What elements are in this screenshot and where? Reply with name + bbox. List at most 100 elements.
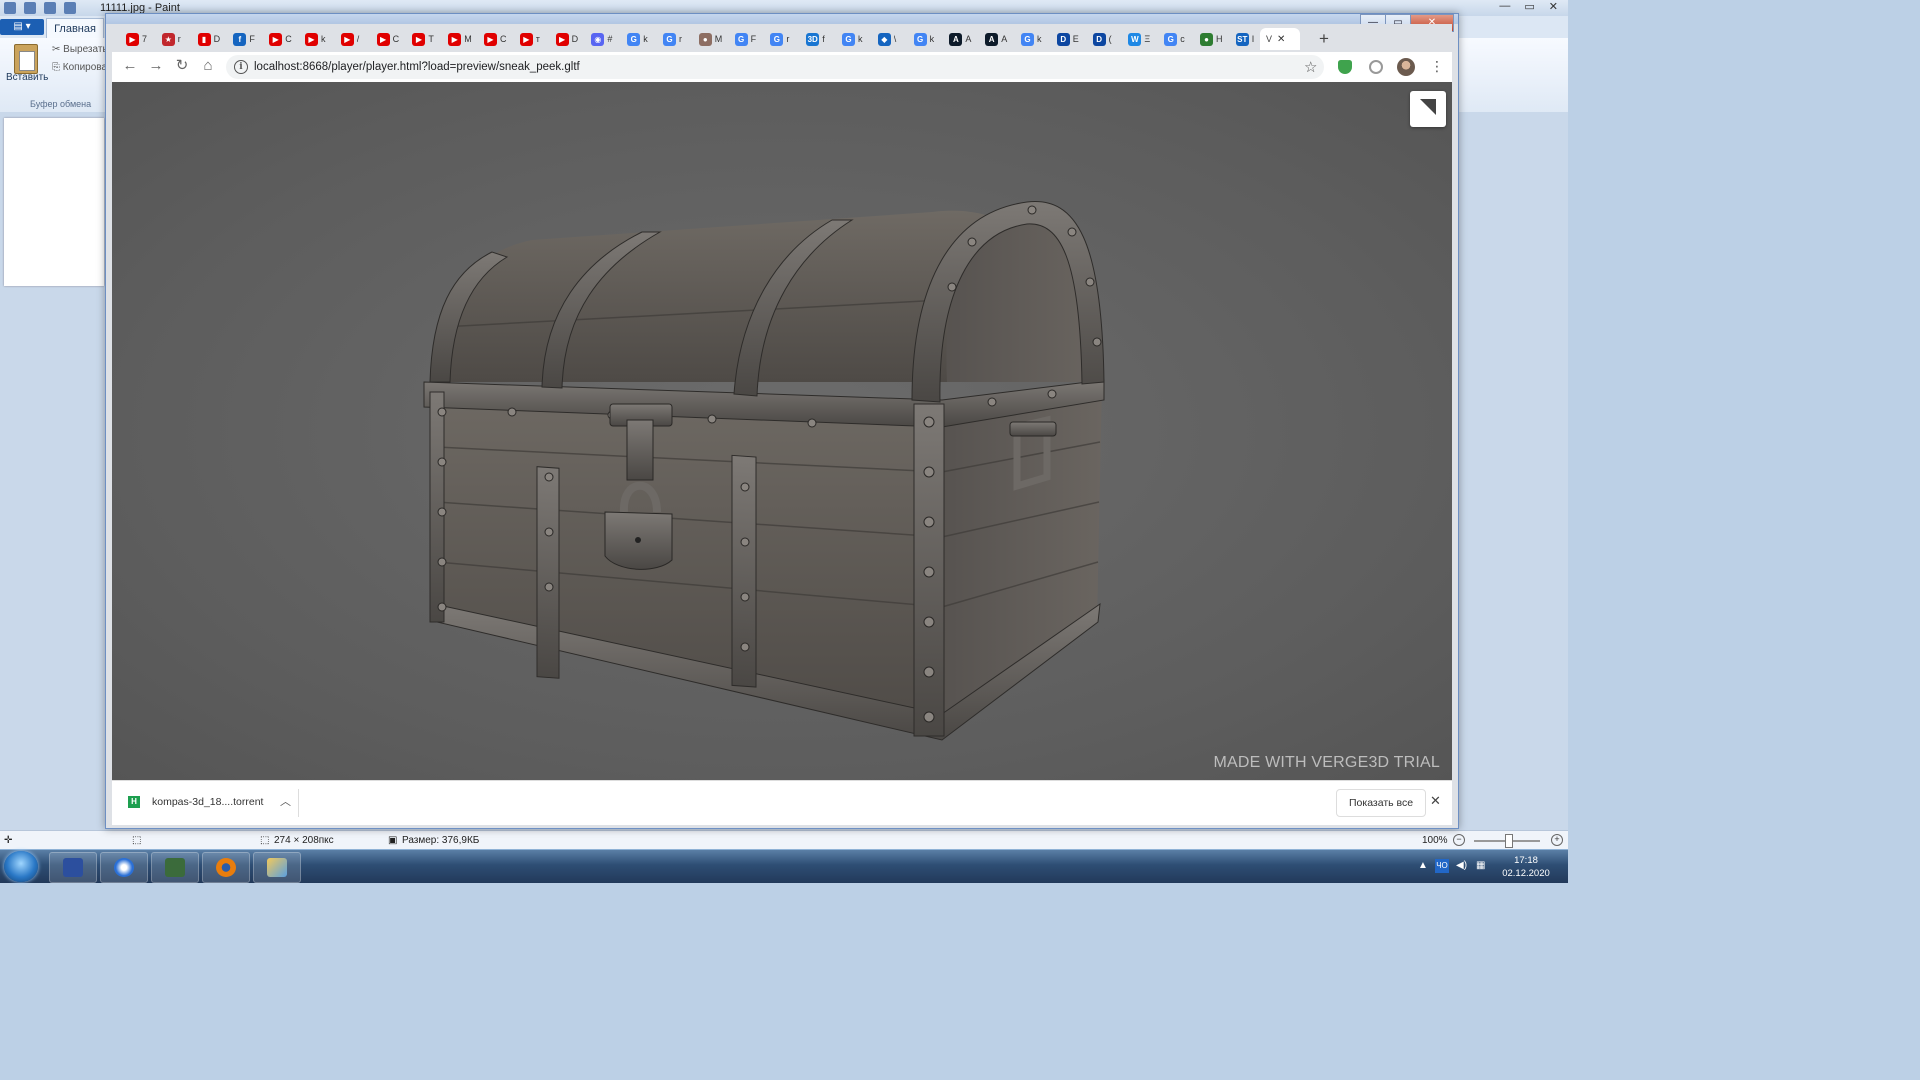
undo-icon[interactable] xyxy=(44,2,56,14)
paste-button-label[interactable]: Вставить xyxy=(6,72,48,83)
fullscreen-button[interactable] xyxy=(1410,91,1446,127)
save-icon[interactable] xyxy=(24,2,36,14)
tab-title: \ xyxy=(893,34,897,44)
browser-tab[interactable]: ★ r xyxy=(156,28,190,50)
url-text[interactable]: localhost:8668/player/player.html?load=p… xyxy=(254,61,580,73)
paint-file-menu[interactable]: ▤ ▾ xyxy=(0,19,44,35)
tab-title: k xyxy=(321,34,326,44)
redo-icon[interactable] xyxy=(64,2,76,14)
extension-globe-icon[interactable] xyxy=(1369,60,1383,74)
cut-button[interactable]: ✂ Вырезать xyxy=(52,44,108,55)
browser-tab[interactable]: ▶ т xyxy=(514,28,548,50)
quick-access-toolbar xyxy=(4,2,76,14)
profile-avatar[interactable] xyxy=(1397,58,1415,76)
browser-tab[interactable]: AA xyxy=(943,28,977,50)
browser-tab[interactable]: Gk xyxy=(621,28,655,50)
taskbar-browser-app[interactable] xyxy=(100,852,148,883)
taskbar-paint-app[interactable] xyxy=(253,852,301,883)
tab-home[interactable]: Главная xyxy=(46,18,104,39)
browser-menu-icon[interactable]: ⋮ xyxy=(1430,58,1444,74)
download-item[interactable]: H kompas-3d_18....torrent ︿ xyxy=(124,789,299,817)
tab-title: I xyxy=(1251,34,1255,44)
speaker-icon[interactable]: ◀) xyxy=(1456,860,1468,872)
taskbar-clock[interactable]: 17:18 02.12.2020 xyxy=(1500,854,1552,880)
tab-title: C xyxy=(392,34,400,44)
tab-title: k xyxy=(1037,34,1042,44)
browser-tab[interactable]: ▶ D xyxy=(550,28,584,50)
browser-tab[interactable]: Gk xyxy=(908,28,942,50)
browser-tab[interactable]: GF xyxy=(729,28,763,50)
browser-tab[interactable]: ◉ # xyxy=(585,28,619,50)
paste-icon[interactable] xyxy=(14,44,38,74)
browser-tab[interactable]: ▶ C xyxy=(263,28,297,50)
bookmark-star-icon[interactable]: ☆ xyxy=(1304,58,1317,76)
browser-tab[interactable]: ▶ k xyxy=(299,28,333,50)
browser-tab[interactable]: ▶ C xyxy=(371,28,405,50)
clock-date: 02.12.2020 xyxy=(1502,868,1550,879)
zoom-in-button[interactable]: + xyxy=(1551,834,1563,846)
treasure-chest-3d-model[interactable] xyxy=(112,82,1452,780)
paint-maximize-button[interactable]: ▭ xyxy=(1524,0,1534,13)
tab-title: C xyxy=(285,34,292,44)
tray-overflow-icon[interactable]: ▲ xyxy=(1418,860,1428,871)
browser-tab[interactable]: WΞ xyxy=(1122,28,1156,50)
reload-button[interactable]: ↻ xyxy=(174,58,190,74)
extension-shield-icon[interactable] xyxy=(1338,60,1352,74)
language-indicator[interactable]: ЧО xyxy=(1435,859,1449,873)
zoom-level: 100% xyxy=(1422,835,1448,846)
show-all-downloads-button[interactable]: Показать все xyxy=(1336,789,1427,817)
browser-tab[interactable]: ST I xyxy=(1230,28,1264,50)
network-icon[interactable]: ▦ xyxy=(1476,860,1488,872)
back-button[interactable]: ← xyxy=(122,58,138,74)
browser-tab[interactable]: ● H xyxy=(1194,28,1228,50)
paint-minimize-button[interactable]: — xyxy=(1499,0,1510,13)
browser-tab[interactable]: D( xyxy=(1087,28,1121,50)
torrent-file-icon: H xyxy=(128,796,140,808)
zoom-slider-thumb[interactable] xyxy=(1505,834,1513,848)
browser-tab[interactable]: ▶ T xyxy=(406,28,440,50)
new-tab-button[interactable]: + xyxy=(1315,30,1333,48)
site-info-icon[interactable]: i xyxy=(234,60,248,74)
paint-canvas[interactable] xyxy=(4,118,104,286)
browser-frame xyxy=(106,14,1458,24)
monitor-icon xyxy=(165,858,185,877)
browser-tab[interactable]: Gk xyxy=(836,28,870,50)
taskbar-monitor-app[interactable] xyxy=(151,852,199,883)
close-download-shelf-icon[interactable]: ✕ xyxy=(1430,793,1441,809)
taskbar-save-disk-app[interactable] xyxy=(49,852,97,883)
browser-tab[interactable]: ● M xyxy=(693,28,727,50)
zoom-out-button[interactable]: − xyxy=(1453,834,1465,846)
browser-tab[interactable]: 3D f xyxy=(800,28,834,50)
browser-tab[interactable]: Gc xyxy=(1158,28,1192,50)
address-bar[interactable]: i localhost:8668/player/player.html?load… xyxy=(226,55,1324,79)
browser-tab[interactable]: DE xyxy=(1051,28,1085,50)
chevron-up-icon[interactable]: ︿ xyxy=(280,793,291,809)
tab-active[interactable]: V ✕ xyxy=(1260,28,1300,50)
browser-tab[interactable]: ▶ C xyxy=(478,28,512,50)
browser-tab[interactable]: ▮ D xyxy=(192,28,226,50)
browser-tab[interactable]: Gk xyxy=(1015,28,1049,50)
paint-close-button[interactable]: ✕ xyxy=(1549,0,1558,13)
download-file-name[interactable]: kompas-3d_18....torrent xyxy=(152,796,263,808)
verge3d-watermark: MADE WITH VERGE3D TRIAL xyxy=(1213,754,1440,771)
browser-toolbar: ← → ↻ ⌂ i localhost:8668/player/player.h… xyxy=(112,52,1452,82)
tab-favicon-icon: ★ xyxy=(161,32,175,46)
browser-tab[interactable]: Gr xyxy=(657,28,691,50)
tab-favicon-icon: ▶ xyxy=(269,32,283,46)
browser-tab[interactable]: AA xyxy=(979,28,1013,50)
close-tab-icon[interactable]: ✕ xyxy=(1277,34,1285,45)
start-button[interactable] xyxy=(4,851,38,882)
browser-tab[interactable]: ▶ M xyxy=(442,28,476,50)
file-size-icon: ▣ xyxy=(388,835,398,846)
home-button[interactable]: ⌂ xyxy=(200,58,216,74)
browser-tab[interactable]: Gr xyxy=(764,28,798,50)
taskbar-blender-app[interactable] xyxy=(202,852,250,883)
forward-button[interactable]: → xyxy=(148,58,164,74)
browser-tab[interactable]: ▶ / xyxy=(335,28,369,50)
browser-tab[interactable]: ▶ 7 xyxy=(120,28,154,50)
browser-tab[interactable]: ◆ \ xyxy=(872,28,906,50)
tab-favicon-icon: A xyxy=(949,32,963,46)
webgl-viewport[interactable]: MADE WITH VERGE3D TRIAL xyxy=(112,82,1452,780)
browser-tab[interactable]: fF xyxy=(227,28,261,50)
tab-favicon-icon: G xyxy=(770,32,784,46)
